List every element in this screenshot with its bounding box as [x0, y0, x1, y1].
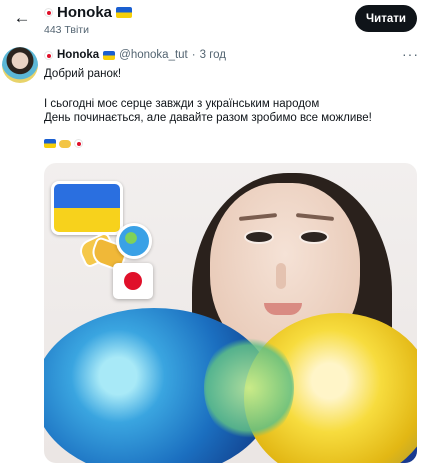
author-handle[interactable]: @honoka_tut — [119, 49, 188, 61]
japan-flag-icon — [44, 8, 53, 17]
back-arrow-icon[interactable]: ← — [8, 4, 36, 32]
japan-flag-icon — [44, 50, 53, 60]
tweet-meta: Honoka @honoka_tut · 3 год — [44, 49, 226, 61]
tweet-line: День починається, але давайте разом зроб… — [44, 112, 372, 124]
handshake-icon — [59, 139, 71, 148]
photo-green-flowers — [204, 333, 294, 443]
follow-button[interactable]: Читати — [355, 5, 417, 32]
photo-nose — [276, 263, 286, 289]
photo-eye — [299, 230, 329, 244]
photo-mouth — [264, 303, 302, 315]
photo-eye — [244, 230, 274, 244]
ukraine-flag-icon — [103, 50, 116, 60]
ukraine-flag-icon — [116, 7, 133, 18]
tweet-line: І сьогодні моє серце завжди з українськи… — [44, 98, 320, 110]
globe-sticker-icon — [116, 223, 152, 259]
ukraine-flag-icon — [44, 139, 56, 148]
meta-separator: · — [191, 49, 196, 61]
author-name[interactable]: Honoka — [57, 49, 99, 61]
profile-name: Honoka — [57, 4, 113, 21]
avatar[interactable] — [2, 47, 38, 83]
tweet-line: Добрий ранок! — [44, 68, 122, 80]
ukraine-flag-sticker-icon — [51, 181, 123, 235]
tweet-time[interactable]: 3 год — [200, 49, 226, 61]
japan-flag-icon — [74, 139, 83, 148]
tweet-count: 443 Твіти — [44, 24, 89, 36]
profile-title: Honoka — [44, 4, 133, 21]
tweet-emoji-row — [44, 139, 83, 148]
tweet-photo[interactable] — [44, 163, 417, 463]
profile-header: ← Honoka 443 Твіти Читати — [0, 0, 428, 40]
japan-flag-sticker-icon — [113, 263, 153, 299]
more-options-icon[interactable]: ··· — [402, 46, 419, 62]
